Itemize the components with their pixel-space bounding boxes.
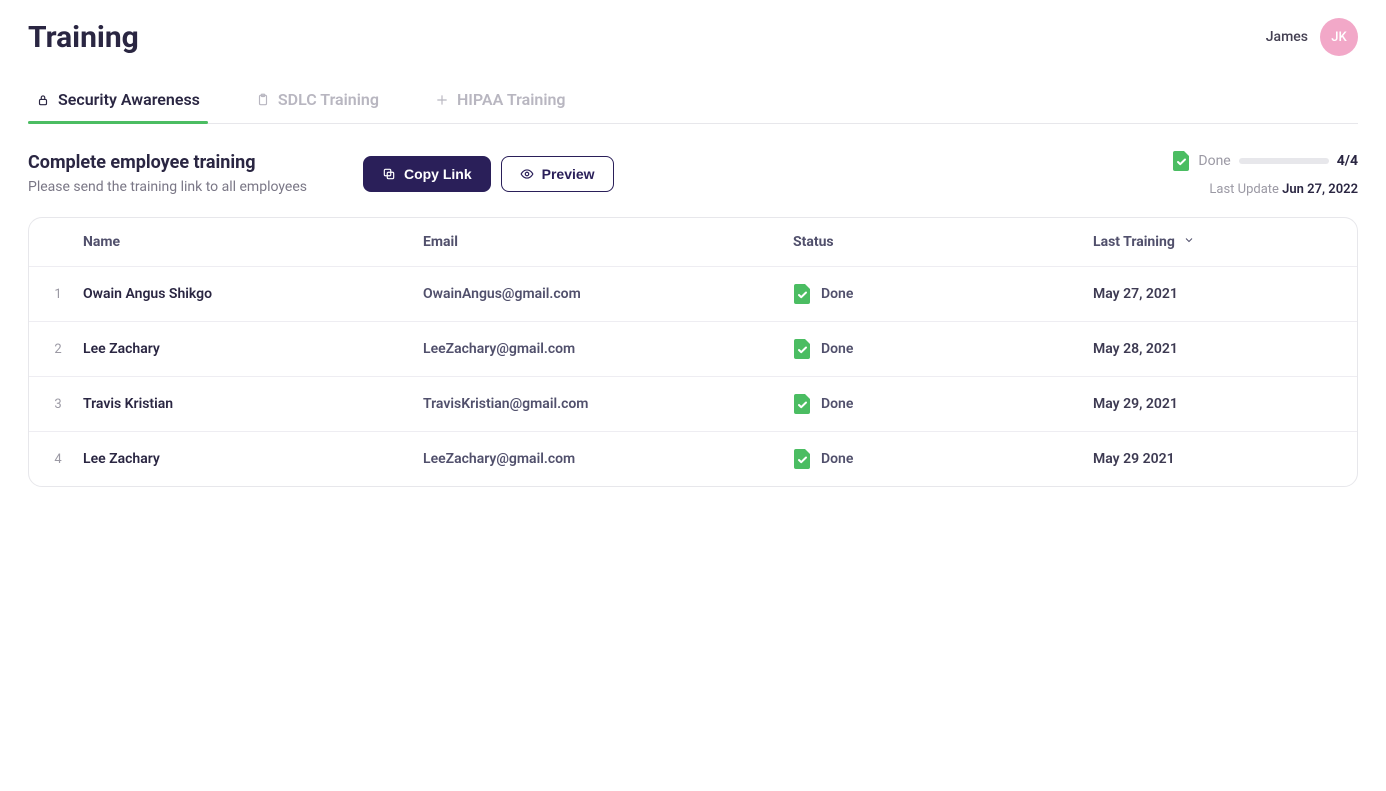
document-check-icon — [793, 338, 811, 360]
column-last-training-label: Last Training — [1093, 234, 1175, 250]
last-update: Last Update Jun 27, 2022 — [1172, 182, 1358, 197]
table-header: Name Email Status Last Training — [29, 218, 1357, 267]
row-date: May 27, 2021 — [1093, 286, 1353, 302]
status-label: Done — [821, 451, 853, 467]
row-index: 3 — [33, 397, 83, 412]
row-email: OwainAngus@gmail.com — [423, 286, 793, 302]
progress-count: 4/4 — [1337, 153, 1358, 169]
tab-label: HIPAA Training — [457, 90, 566, 109]
row-index: 2 — [33, 342, 83, 357]
row-status: Done — [793, 338, 1093, 360]
avatar[interactable]: JK — [1320, 18, 1358, 56]
status-label: Done — [821, 341, 853, 357]
document-check-icon — [793, 393, 811, 415]
preview-label: Preview — [542, 166, 595, 182]
medical-icon — [435, 93, 449, 107]
document-check-icon — [793, 448, 811, 470]
row-status: Done — [793, 448, 1093, 470]
table-row[interactable]: 2 Lee Zachary LeeZachary@gmail.com Done … — [29, 322, 1357, 377]
section-subheading: Please send the training link to all emp… — [28, 179, 307, 195]
preview-button[interactable]: Preview — [501, 156, 614, 192]
status-label: Done — [821, 396, 853, 412]
row-date: May 29 2021 — [1093, 451, 1353, 467]
row-status: Done — [793, 283, 1093, 305]
row-status: Done — [793, 393, 1093, 415]
clipboard-icon — [256, 93, 270, 107]
row-email: LeeZachary@gmail.com — [423, 341, 793, 357]
tab-label: SDLC Training — [278, 90, 379, 109]
tab-sdlc-training[interactable]: SDLC Training — [248, 84, 387, 123]
document-check-icon — [793, 283, 811, 305]
column-last-training-sort[interactable]: Last Training — [1093, 234, 1353, 250]
row-name: Lee Zachary — [83, 341, 423, 357]
eye-icon — [520, 167, 534, 181]
chevron-down-icon — [1183, 234, 1195, 250]
row-email: TravisKristian@gmail.com — [423, 396, 793, 412]
document-check-icon — [1172, 150, 1190, 172]
column-name: Name — [83, 234, 423, 250]
table-row[interactable]: 4 Lee Zachary LeeZachary@gmail.com Done … — [29, 432, 1357, 486]
row-index: 1 — [33, 287, 83, 302]
row-name: Lee Zachary — [83, 451, 423, 467]
user-name: James — [1266, 29, 1308, 45]
row-name: Owain Angus Shikgo — [83, 286, 423, 302]
copy-link-button[interactable]: Copy Link — [363, 156, 491, 192]
column-status: Status — [793, 234, 1093, 250]
table-row[interactable]: 3 Travis Kristian TravisKristian@gmail.c… — [29, 377, 1357, 432]
row-index: 4 — [33, 452, 83, 467]
status-done-label: Done — [1198, 153, 1230, 169]
row-name: Travis Kristian — [83, 396, 423, 412]
progress-bar — [1239, 158, 1329, 164]
row-date: May 28, 2021 — [1093, 341, 1353, 357]
row-date: May 29, 2021 — [1093, 396, 1353, 412]
column-email: Email — [423, 234, 793, 250]
tab-security-awareness[interactable]: Security Awareness — [28, 84, 208, 123]
tabs: Security Awareness SDLC Training HIPAA T… — [28, 84, 1358, 124]
last-update-date: Jun 27, 2022 — [1282, 182, 1358, 197]
status-label: Done — [821, 286, 853, 302]
tab-label: Security Awareness — [58, 90, 200, 109]
copy-link-label: Copy Link — [404, 166, 472, 182]
copy-icon — [382, 167, 396, 181]
last-update-prefix: Last Update — [1209, 182, 1279, 197]
section-heading: Complete employee training — [28, 152, 307, 173]
user-menu[interactable]: James JK — [1266, 18, 1358, 56]
page-title: Training — [28, 20, 139, 55]
security-icon — [36, 93, 50, 107]
tab-hipaa-training[interactable]: HIPAA Training — [427, 84, 574, 123]
table-row[interactable]: 1 Owain Angus Shikgo OwainAngus@gmail.co… — [29, 267, 1357, 322]
employee-training-table: Name Email Status Last Training 1 Owain … — [28, 217, 1358, 487]
row-email: LeeZachary@gmail.com — [423, 451, 793, 467]
